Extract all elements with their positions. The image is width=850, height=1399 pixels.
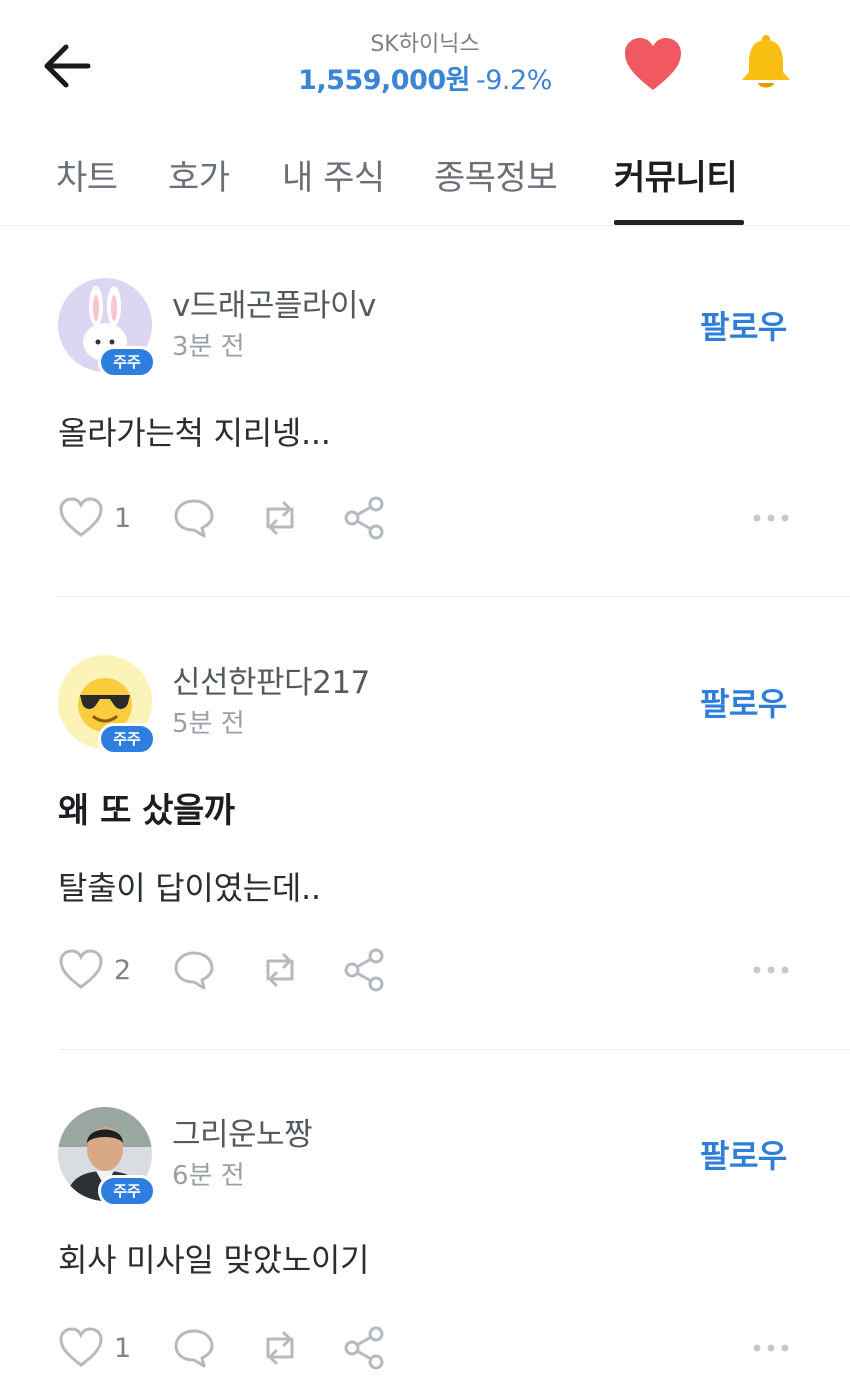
share-icon [344,1326,384,1370]
like-button[interactable]: 2 [58,945,131,995]
post-time: 5분 전 [172,709,245,739]
tab-orderbook[interactable]: 호가 [168,150,230,199]
like-button[interactable]: 1 [58,1323,131,1373]
tab-chart[interactable]: 차트 [56,150,118,199]
share-button[interactable] [342,1323,386,1373]
post-body[interactable]: 회사 미사일 맞았노이기 [58,1235,369,1281]
post-actions: 2 [0,945,850,995]
follow-button[interactable]: 팔로우 [700,302,787,348]
shareholder-badge: 주주 [98,723,156,755]
repost-icon [266,953,294,987]
tab-stock-info[interactable]: 종목정보 [434,150,558,199]
post-body[interactable]: 탈출이 답이였는데.. [58,863,321,909]
username[interactable]: v드래곤플라이v [172,280,376,325]
post-actions: 1 [0,1323,850,1373]
stock-name: SK하이닉스 [370,32,480,57]
share-button[interactable] [342,493,386,543]
stock-price: 1,559,000원 [298,65,471,96]
active-tab-indicator [614,220,744,225]
avatar[interactable]: 주주 [58,1107,156,1207]
shareholder-badge: 주주 [98,1175,156,1207]
tab-bar: 차트 호가 내 주식 종목정보 커뮤니티 [0,140,850,226]
avatar[interactable]: 주주 [58,655,156,755]
follow-button[interactable]: 팔로우 [700,679,787,725]
share-icon [344,948,384,992]
tab-my-stock[interactable]: 내 주식 [282,150,385,199]
heart-outline-icon [59,1327,103,1367]
like-count: 2 [114,954,132,986]
comment-icon [174,951,214,990]
post-body[interactable]: 올라가는척 지리넹... [58,408,331,454]
heart-outline-icon [59,949,103,989]
shareholder-badge: 주주 [98,346,156,378]
heart-outline-icon [59,497,103,537]
heart-icon [625,38,681,90]
comment-icon [174,1329,214,1368]
username[interactable]: 그리운노짱 [172,1109,313,1154]
post-time: 3분 전 [172,332,245,362]
stock-price-row: 1,559,000원 -9.2% [0,58,850,97]
notification-button[interactable] [736,32,796,94]
post-actions: 1 [0,493,850,543]
more-dots-icon [753,514,789,522]
repost-icon [266,1331,294,1365]
more-dots-icon [753,1344,789,1352]
follow-button[interactable]: 팔로우 [700,1131,787,1177]
repost-button[interactable] [256,493,304,543]
comment-button[interactable] [172,945,216,995]
post-divider [58,596,850,597]
share-icon [344,496,384,540]
more-options-button[interactable] [752,1323,790,1373]
repost-icon [266,501,294,535]
like-count: 1 [114,502,132,534]
avatar[interactable]: 주주 [58,278,156,378]
post-time: 6분 전 [172,1161,245,1191]
post-divider [58,1049,850,1050]
post-title[interactable]: 왜 또 샀을까 [58,783,235,832]
more-options-button[interactable] [752,493,790,543]
comment-button[interactable] [172,493,216,543]
repost-button[interactable] [256,945,304,995]
share-button[interactable] [342,945,386,995]
like-button[interactable]: 1 [58,493,131,543]
stock-change: -9.2% [476,65,552,96]
bell-icon [742,35,790,88]
tab-community[interactable]: 커뮤니티 [614,150,738,199]
top-header: SK하이닉스 1,559,000원 -9.2% [0,0,850,130]
more-options-button[interactable] [752,945,790,995]
comment-button[interactable] [172,1323,216,1373]
favorite-button[interactable] [622,36,684,94]
username[interactable]: 신선한판다217 [172,657,370,702]
more-dots-icon [753,966,789,974]
like-count: 1 [114,1332,132,1364]
comment-icon [174,499,214,538]
repost-button[interactable] [256,1323,304,1373]
